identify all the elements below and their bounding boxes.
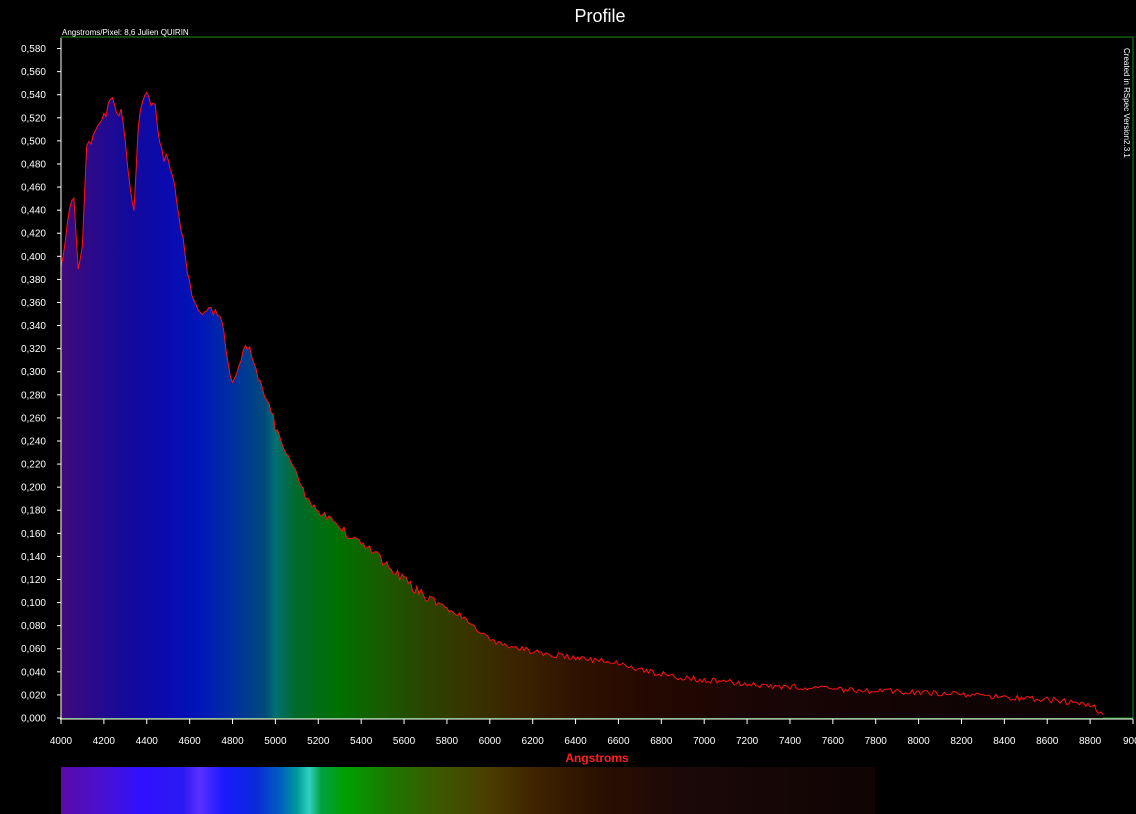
x-tick-label: 4800 <box>221 736 244 747</box>
x-tick-label: 4600 <box>179 736 202 747</box>
y-tick-label: 0,060 <box>21 644 46 655</box>
y-tick-label: 0,020 <box>21 690 46 701</box>
x-axis-ticks: 4000 4200 4400 4600 4800 5000 5200 5400 5600 5800… <box>50 719 1136 747</box>
x-tick-label: 6400 <box>564 736 587 747</box>
y-tick-label: 0,400 <box>21 252 46 263</box>
x-tick-label: 4200 <box>93 736 116 747</box>
profile-chart: Profile Angstroms/Pixel: 8,6 Julien QUIR… <box>21 6 1136 814</box>
y-tick-label: 0,180 <box>21 506 46 517</box>
x-tick-label: 8200 <box>950 736 973 747</box>
y-tick-label: 0,120 <box>21 575 46 586</box>
y-tick-label: 0,320 <box>21 344 46 355</box>
y-tick-label: 0,460 <box>21 183 46 194</box>
y-tick-label: 0,520 <box>21 113 46 124</box>
x-axis-label: Angstroms <box>565 751 629 765</box>
x-tick-label: 6800 <box>650 736 673 747</box>
y-tick-label: 0,100 <box>21 598 46 609</box>
y-tick-label: 0,280 <box>21 390 46 401</box>
y-tick-label: 0,360 <box>21 298 46 309</box>
x-tick-label: 7400 <box>779 736 802 747</box>
x-tick-label: 7000 <box>693 736 716 747</box>
y-tick-label: 0,420 <box>21 229 46 240</box>
y-tick-label: 0,340 <box>21 321 46 332</box>
y-tick-label: 0,220 <box>21 460 46 471</box>
x-tick-label: 6600 <box>607 736 630 747</box>
chart-title: Profile <box>574 6 625 26</box>
y-tick-label: 0,000 <box>21 714 46 725</box>
y-tick-label: 0,240 <box>21 436 46 447</box>
x-tick-label: 4400 <box>136 736 159 747</box>
x-tick-label: 8800 <box>1079 736 1102 747</box>
spectrum-strip <box>61 767 875 814</box>
y-tick-label: 0,140 <box>21 552 46 563</box>
x-tick-label: 8600 <box>1036 736 1059 747</box>
version-note: Created in RSpec Version2.3.1 <box>1122 48 1131 158</box>
x-tick-label: 6200 <box>522 736 545 747</box>
y-tick-label: 0,480 <box>21 159 46 170</box>
chart-subtitle: Angstroms/Pixel: 8,6 Julien QUIRIN <box>62 28 189 37</box>
x-tick-label: 8400 <box>993 736 1016 747</box>
y-tick-label: 0,580 <box>21 44 46 55</box>
y-tick-label: 0,380 <box>21 275 46 286</box>
y-tick-label: 0,440 <box>21 206 46 217</box>
x-tick-label: 7200 <box>736 736 759 747</box>
x-tick-label: 5800 <box>436 736 459 747</box>
y-tick-label: 0,500 <box>21 136 46 147</box>
y-tick-label: 0,040 <box>21 667 46 678</box>
x-tick-label: 900 <box>1123 736 1136 747</box>
x-tick-label: 8000 <box>907 736 930 747</box>
y-tick-label: 0,260 <box>21 413 46 424</box>
y-tick-label: 0,080 <box>21 621 46 632</box>
x-tick-label: 4000 <box>50 736 73 747</box>
x-tick-label: 5600 <box>393 736 416 747</box>
y-axis-ticks: 0,000 0,020 0,040 0,060 0,080 0,100 0,120 0,140… <box>21 44 61 725</box>
y-tick-label: 0,200 <box>21 483 46 494</box>
y-tick-label: 0,300 <box>21 367 46 378</box>
spectrum-area <box>61 92 1103 719</box>
x-tick-label: 6000 <box>479 736 502 747</box>
x-tick-label: 5400 <box>350 736 373 747</box>
x-tick-label: 7600 <box>822 736 845 747</box>
x-tick-label: 5200 <box>307 736 330 747</box>
y-tick-label: 0,560 <box>21 67 46 78</box>
x-tick-label: 5000 <box>264 736 287 747</box>
x-tick-label: 7800 <box>865 736 888 747</box>
y-tick-label: 0,540 <box>21 90 46 101</box>
y-tick-label: 0,160 <box>21 529 46 540</box>
